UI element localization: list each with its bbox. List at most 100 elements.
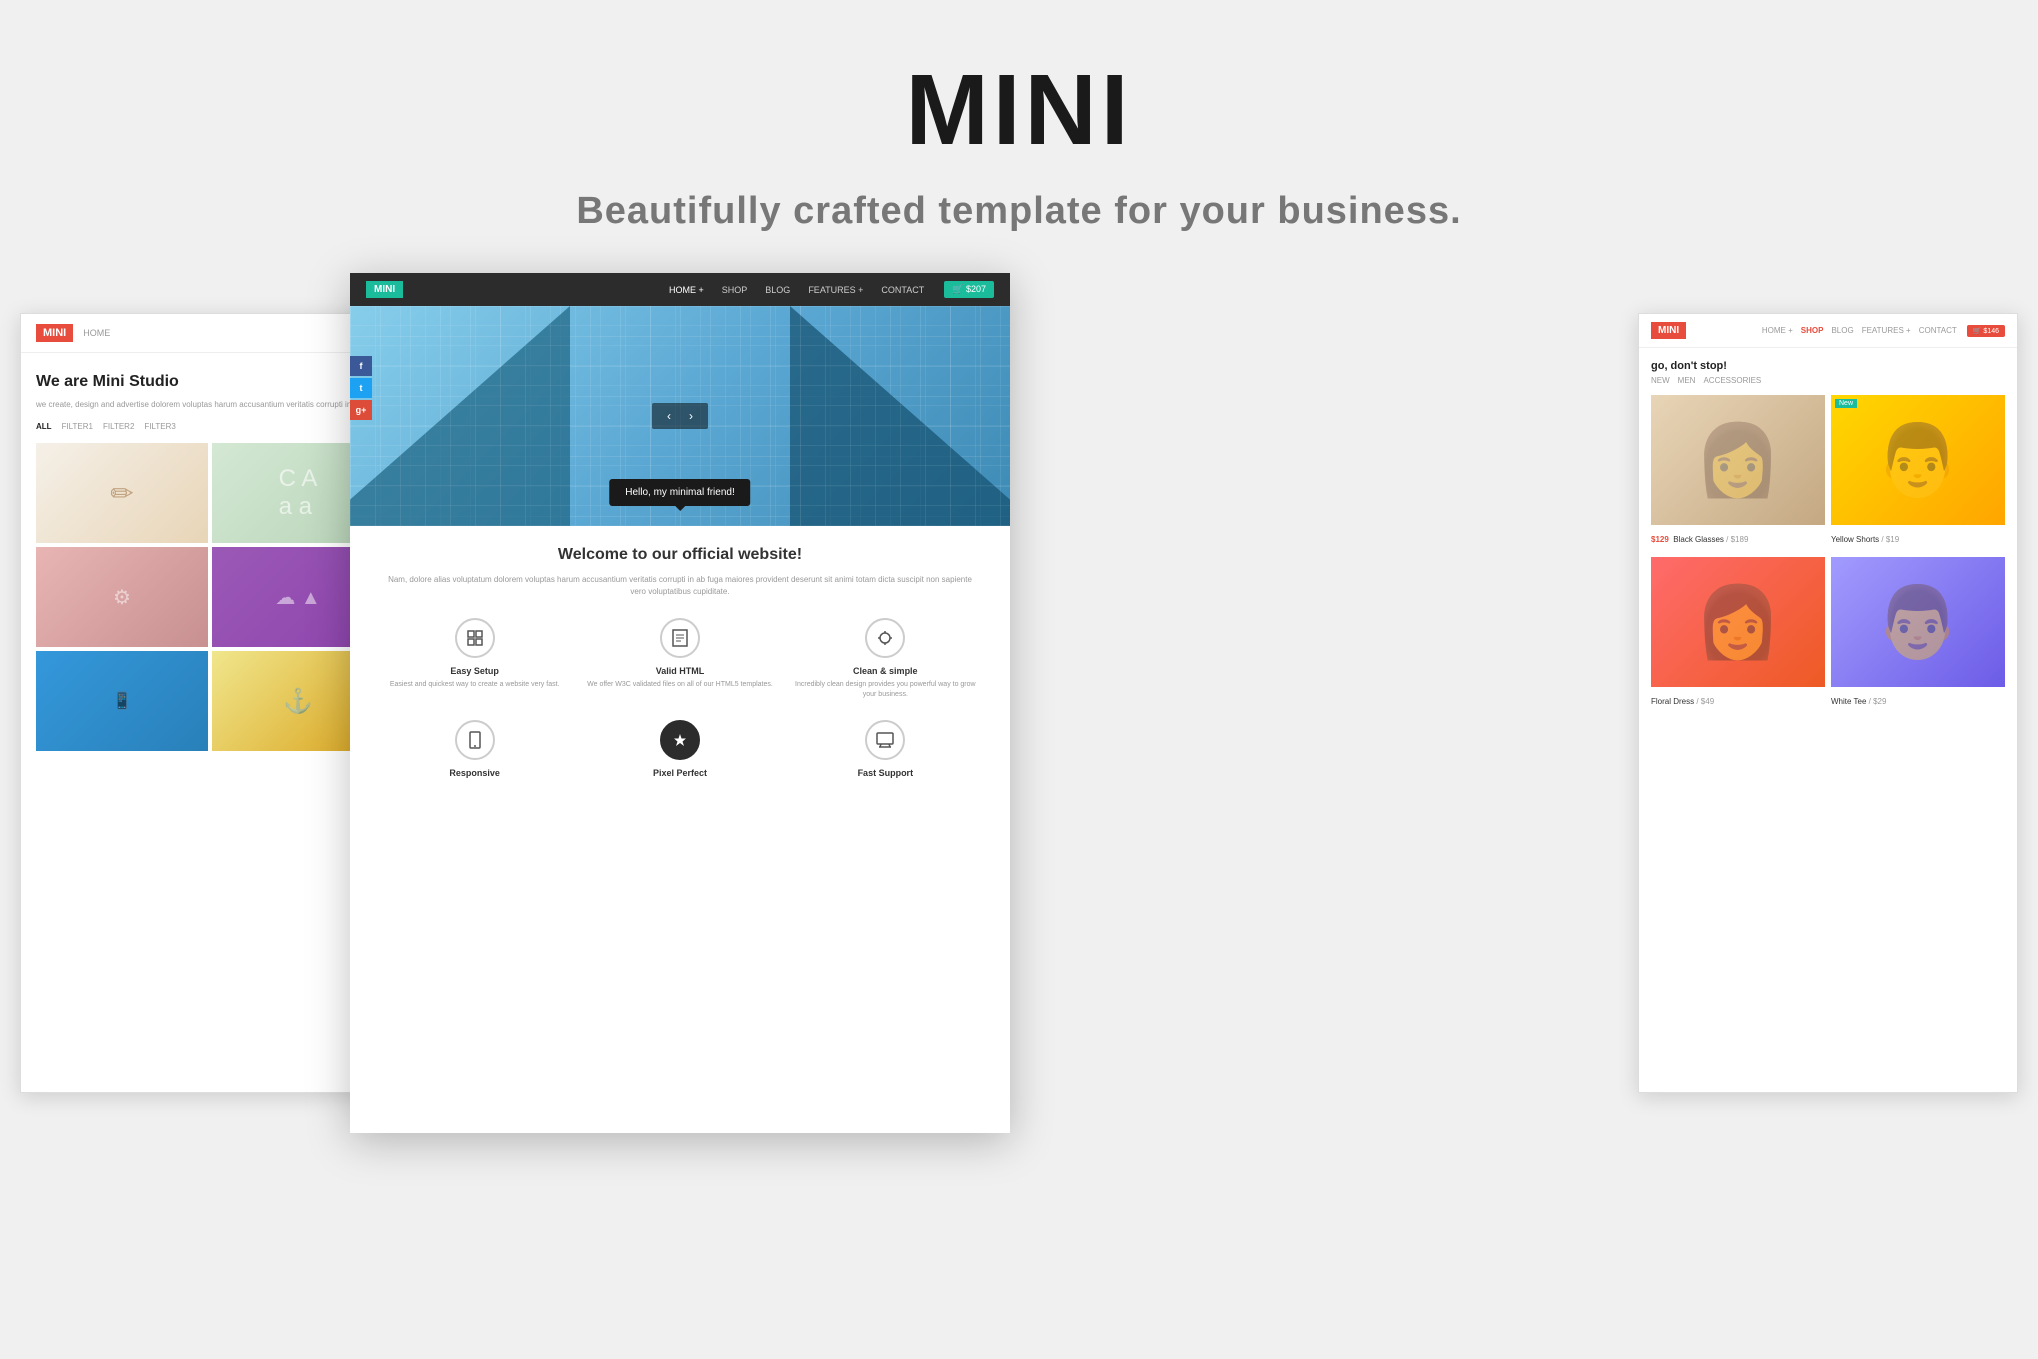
center-nav-features[interactable]: FEATURES + xyxy=(808,285,863,295)
studio-content: We are Mini Studio we create, design and… xyxy=(21,353,399,771)
portfolio-item-5[interactable]: 📱 xyxy=(36,651,208,751)
center-content: Welcome to our official website! Nam, do… xyxy=(350,526,1010,802)
clean-title: Clean & simple xyxy=(791,666,980,676)
center-screenshot: MINI HOME + SHOP BLOG FEATURES + CONTACT… xyxy=(350,273,1010,1133)
product-3: 👩 Floral Dress / $49 xyxy=(1651,557,1825,713)
subtitle: Beautifully crafted template for your bu… xyxy=(20,190,2018,233)
pixel-perfect-icon xyxy=(660,720,700,760)
portfolio-item-3[interactable]: ⚙ xyxy=(36,547,208,647)
product-4: 👨 White Tee / $29 xyxy=(1831,557,2005,713)
feature-pixel-perfect: Pixel Perfect xyxy=(585,720,774,782)
carousel-next[interactable]: › xyxy=(682,407,700,425)
right-nav-links: HOME + SHOP BLOG FEATURES + CONTACT xyxy=(1762,326,1957,335)
center-cart-btn[interactable]: 🛒 $207 xyxy=(944,281,994,298)
feature-easy-setup: Easy Setup Easiest and quickest way to c… xyxy=(380,618,569,700)
product-info-4: White Tee / $29 xyxy=(1831,687,2005,713)
center-nav-links: HOME + SHOP BLOG FEATURES + CONTACT xyxy=(669,285,924,295)
filter-1[interactable]: FILTER1 xyxy=(62,422,93,431)
product-name-2: Yellow Shorts xyxy=(1831,535,1881,544)
product-info-2: Yellow Shorts / $19 xyxy=(1831,525,2005,551)
product-price-old-1: $129 xyxy=(1651,535,1669,544)
carousel-controls: ‹ › xyxy=(652,403,708,429)
center-logo: MINI xyxy=(366,281,403,298)
right-nav-home[interactable]: HOME + xyxy=(1762,326,1793,335)
center-hero: f t g+ ‹ › Hello, my minimal friend! xyxy=(350,306,1010,526)
feature-valid-html: Valid HTML We offer W3C validated files … xyxy=(585,618,774,700)
right-nav-features[interactable]: FEATURES + xyxy=(1862,326,1911,335)
center-nav-shop[interactable]: SHOP xyxy=(722,285,748,295)
product-2: New 👨 Yellow Shorts / $19 xyxy=(1831,395,2005,551)
filter-all[interactable]: ALL xyxy=(36,422,52,431)
tw-btn[interactable]: t xyxy=(350,378,372,398)
easy-setup-desc: Easiest and quickest way to create a web… xyxy=(380,680,569,690)
features-grid-2: Responsive Pixel Perfect xyxy=(380,720,980,782)
easy-setup-title: Easy Setup xyxy=(380,666,569,676)
easy-setup-icon xyxy=(455,618,495,658)
product-price-4: / $29 xyxy=(1869,697,1887,706)
responsive-title: Responsive xyxy=(380,768,569,778)
product-img-3[interactable]: 👩 xyxy=(1651,557,1825,687)
hello-tooltip: Hello, my minimal friend! xyxy=(609,479,750,506)
shop-header: go, don't stop! xyxy=(1651,360,2005,372)
filter-new[interactable]: NEW xyxy=(1651,376,1670,385)
fast-support-title: Fast Support xyxy=(791,768,980,778)
filter-men[interactable]: MEN xyxy=(1678,376,1696,385)
center-nav-blog[interactable]: BLOG xyxy=(765,285,790,295)
product-img-2[interactable]: New 👨 xyxy=(1831,395,2005,525)
center-nav-home[interactable]: HOME + xyxy=(669,285,704,295)
product-new-badge-2: New xyxy=(1835,399,1857,408)
portfolio-item-1[interactable]: ✏ xyxy=(36,443,208,543)
portfolio-grid: ✏ C Aa a ⚙ ☁ ▲ 📱 ⚓ xyxy=(36,443,384,751)
screenshots-container: MINI HOME We are Mini Studio we create, … xyxy=(0,273,2038,1173)
right-nav-shop[interactable]: SHOP xyxy=(1801,326,1824,335)
filter-2[interactable]: FILTER2 xyxy=(103,422,134,431)
filter-accessories[interactable]: ACCESSORIES xyxy=(1703,376,1761,385)
right-screenshot: MINI HOME + SHOP BLOG FEATURES + CONTACT… xyxy=(1638,313,2018,1093)
center-nav: MINI HOME + SHOP BLOG FEATURES + CONTACT… xyxy=(350,273,1010,306)
left-nav-home[interactable]: HOME xyxy=(83,328,110,338)
valid-html-title: Valid HTML xyxy=(585,666,774,676)
feature-fast-support: Fast Support xyxy=(791,720,980,782)
filter-3[interactable]: FILTER3 xyxy=(144,422,175,431)
valid-html-icon xyxy=(660,618,700,658)
left-nav-links: HOME xyxy=(83,328,110,338)
welcome-text: Nam, dolore alias voluptatum dolorem vol… xyxy=(380,574,980,598)
gp-btn[interactable]: g+ xyxy=(350,400,372,420)
fb-btn[interactable]: f xyxy=(350,356,372,376)
left-nav: MINI HOME xyxy=(21,314,399,353)
product-name-3: Floral Dress xyxy=(1651,697,1696,706)
left-screenshot: MINI HOME We are Mini Studio we create, … xyxy=(20,313,400,1093)
right-nav-contact[interactable]: CONTACT xyxy=(1919,326,1957,335)
products-grid: 👩 $129 Black Glasses / $189 New 👨 xyxy=(1651,395,2005,713)
right-content: go, don't stop! NEW MEN ACCESSORIES 👩 $1… xyxy=(1639,348,2017,725)
product-name-1: Black Glasses xyxy=(1673,535,1726,544)
responsive-icon xyxy=(455,720,495,760)
welcome-title: Welcome to our official website! xyxy=(380,546,980,564)
product-name-4: White Tee xyxy=(1831,697,1869,706)
right-nav-blog[interactable]: BLOG xyxy=(1831,326,1853,335)
header-section: MINI Beautifully crafted template for yo… xyxy=(0,0,2038,273)
filter-tabs: ALL FILTER1 FILTER2 FILTER3 xyxy=(36,422,384,431)
pixel-perfect-title: Pixel Perfect xyxy=(585,768,774,778)
product-price-1: / $189 xyxy=(1726,535,1748,544)
fast-support-icon xyxy=(865,720,905,760)
right-cart-btn[interactable]: 🛒 $146 xyxy=(1967,325,2005,337)
studio-text: we create, design and advertise dolorem … xyxy=(36,399,384,410)
product-1: 👩 $129 Black Glasses / $189 xyxy=(1651,395,1825,551)
feature-responsive: Responsive xyxy=(380,720,569,782)
main-title: MINI xyxy=(20,60,2018,160)
product-price-3: / $49 xyxy=(1696,697,1714,706)
shop-filters: NEW MEN ACCESSORIES xyxy=(1651,376,2005,385)
social-sidebar: f t g+ xyxy=(350,356,372,420)
left-logo: MINI xyxy=(36,324,73,342)
product-info-3: Floral Dress / $49 xyxy=(1651,687,1825,713)
right-nav: MINI HOME + SHOP BLOG FEATURES + CONTACT… xyxy=(1639,314,2017,348)
product-img-4[interactable]: 👨 xyxy=(1831,557,2005,687)
valid-html-desc: We offer W3C validated files on all of o… xyxy=(585,680,774,690)
right-logo: MINI xyxy=(1651,322,1686,339)
carousel-prev[interactable]: ‹ xyxy=(660,407,678,425)
center-nav-contact[interactable]: CONTACT xyxy=(881,285,924,295)
product-img-1[interactable]: 👩 xyxy=(1651,395,1825,525)
clean-desc: Incredibly clean design provides you pow… xyxy=(791,680,980,700)
studio-title: We are Mini Studio xyxy=(36,373,384,391)
